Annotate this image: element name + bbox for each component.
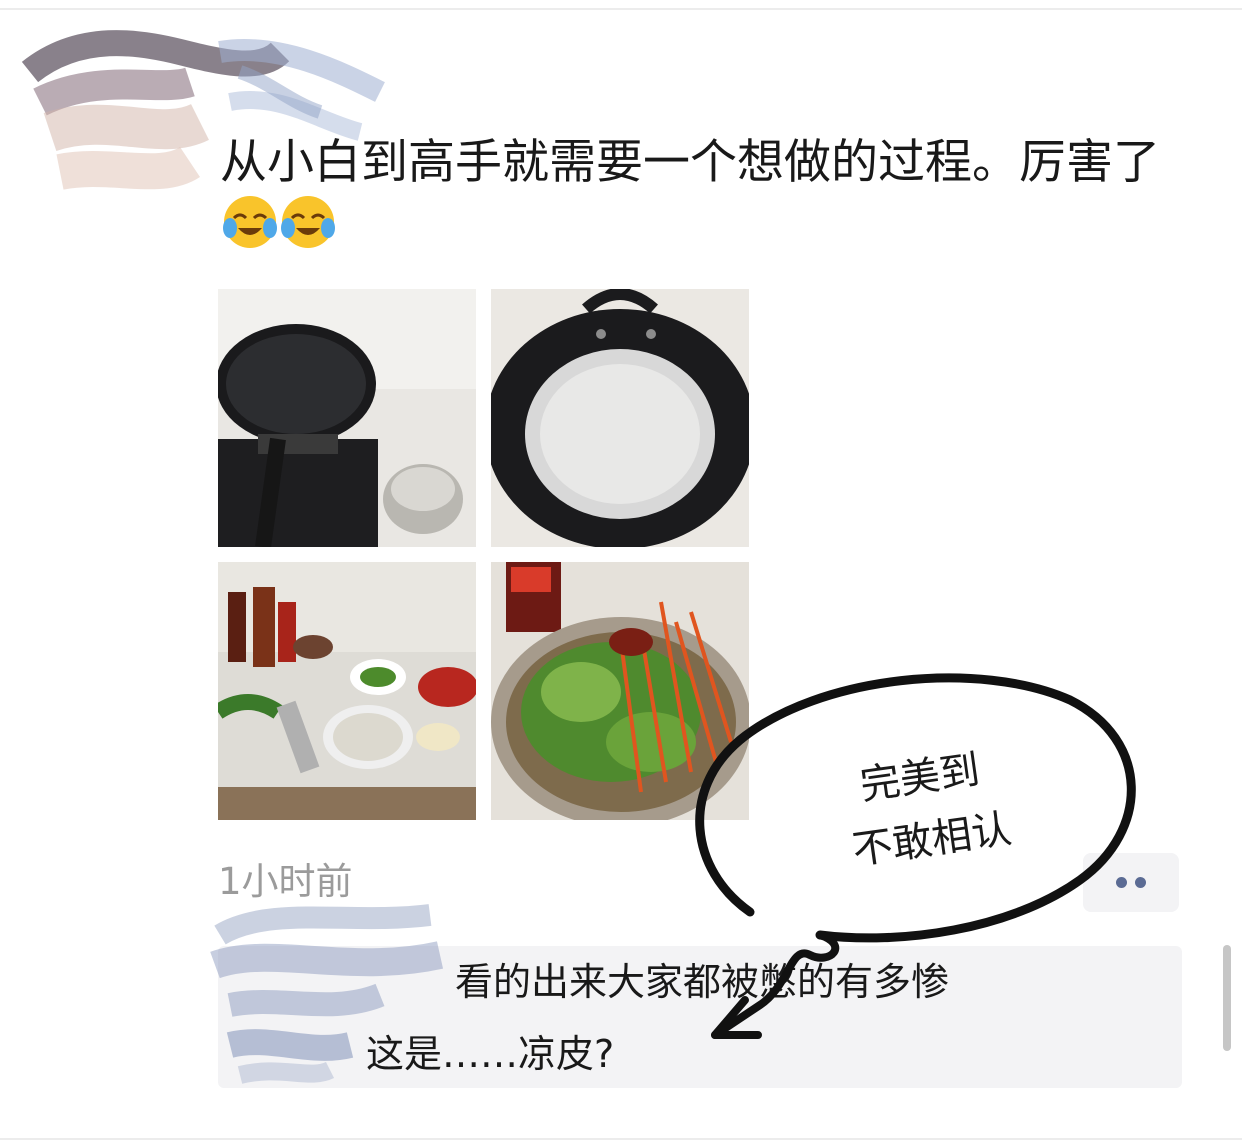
more-dot-icon bbox=[1116, 877, 1127, 888]
bottom-divider bbox=[0, 1138, 1242, 1140]
more-options-button[interactable] bbox=[1083, 853, 1179, 912]
photo-salad-bowl[interactable] bbox=[491, 562, 749, 820]
laughing-crying-face-icon bbox=[222, 194, 278, 266]
commenter-redaction-scribble bbox=[210, 904, 444, 1084]
photo-ingredients[interactable] bbox=[218, 562, 476, 820]
photo-frying-pan[interactable] bbox=[218, 289, 476, 547]
photo-batter-pan[interactable] bbox=[491, 289, 749, 547]
post-text: 从小白到高手就需要一个想做的过程。厉害了 bbox=[220, 132, 1180, 266]
post-text-content: 从小白到高手就需要一个想做的过程。厉害了 bbox=[220, 135, 1160, 190]
comment-item[interactable]: 看的出来大家都被憋的有多惨 bbox=[455, 958, 949, 1006]
more-dot-icon bbox=[1135, 877, 1146, 888]
scrollbar[interactable] bbox=[1223, 945, 1231, 1051]
laughing-crying-face-icon bbox=[280, 194, 336, 266]
top-divider bbox=[0, 8, 1242, 10]
